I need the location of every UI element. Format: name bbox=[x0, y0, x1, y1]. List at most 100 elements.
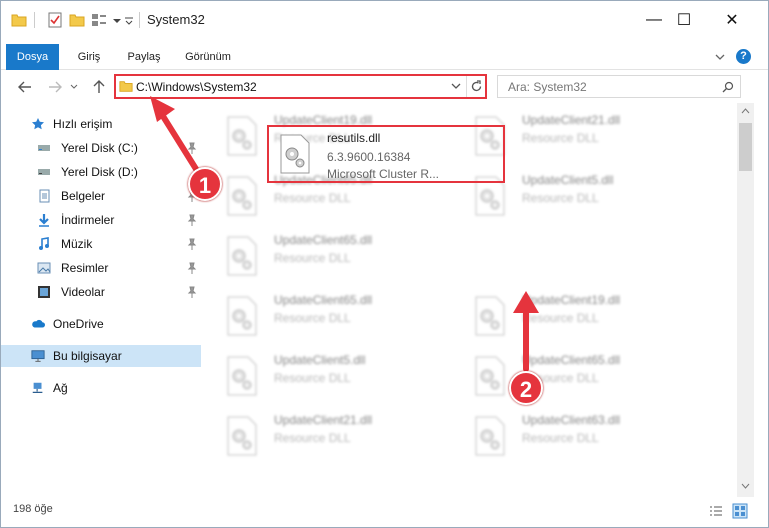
new-folder-icon[interactable] bbox=[69, 12, 85, 28]
file-name: UpdateClient21.dll bbox=[274, 413, 373, 427]
recent-locations-button[interactable] bbox=[67, 77, 81, 97]
address-dropdown-icon[interactable] bbox=[451, 83, 461, 90]
dll-file-icon bbox=[475, 296, 505, 336]
properties-icon[interactable] bbox=[47, 12, 63, 28]
file-item[interactable]: UpdateClient65.dll Resource DLL bbox=[206, 231, 436, 281]
sidebar-item-music[interactable]: Müzik bbox=[1, 233, 201, 255]
nav-label: Bu bilgisayar bbox=[53, 349, 122, 363]
file-name: UpdateClient65.dll bbox=[274, 233, 373, 247]
file-description: Resource DLL bbox=[522, 311, 599, 325]
file-name: UpdateClient65.dll bbox=[274, 293, 373, 307]
file-item[interactable]: UpdateClient63.dll Resource DLL bbox=[454, 411, 684, 461]
computer-icon bbox=[31, 350, 45, 362]
help-button[interactable]: ? bbox=[736, 49, 751, 64]
folder-icon[interactable] bbox=[11, 12, 27, 28]
nav-label: Hızlı erişim bbox=[53, 117, 113, 131]
tab-file[interactable]: Dosya bbox=[6, 44, 59, 70]
file-item[interactable]: UpdateClient65.dll Resource DLL bbox=[206, 291, 436, 341]
nav-label: Yerel Disk (D:) bbox=[61, 165, 138, 179]
arrow-up-icon bbox=[93, 80, 105, 93]
address-row: C:\Windows\System32 Ara: System32 bbox=[1, 71, 768, 103]
nav-quick-access[interactable]: Hızlı erişim bbox=[1, 113, 201, 135]
refresh-icon[interactable] bbox=[470, 80, 483, 93]
file-name: UpdateClient21.dll bbox=[522, 113, 621, 127]
back-button[interactable] bbox=[15, 77, 35, 97]
pin-icon[interactable] bbox=[187, 238, 197, 250]
sidebar-item-local-disk-c[interactable]: Yerel Disk (C:) bbox=[1, 137, 201, 159]
search-input[interactable]: Ara: System32 bbox=[497, 75, 741, 98]
documents-icon bbox=[39, 189, 50, 203]
callout-step-1: 1 bbox=[188, 167, 222, 201]
file-description: Resource DLL bbox=[522, 431, 599, 445]
forward-button[interactable] bbox=[45, 77, 65, 97]
file-name: UpdateClient65.dll bbox=[522, 353, 621, 367]
file-name: UpdateClient5.dll bbox=[522, 173, 614, 187]
details-view-icon[interactable] bbox=[709, 505, 723, 517]
drive-icon bbox=[38, 145, 50, 151]
videos-icon bbox=[38, 286, 50, 298]
nav-label: Belgeler bbox=[61, 189, 106, 203]
sidebar-item-documents[interactable]: Belgeler bbox=[1, 185, 201, 207]
dll-file-icon bbox=[227, 356, 257, 396]
tab-share[interactable]: Paylaş bbox=[119, 44, 169, 70]
up-button[interactable] bbox=[89, 77, 109, 97]
arrow-right-icon bbox=[49, 81, 62, 93]
file-description: Resource DLL bbox=[522, 131, 599, 145]
file-description: Microsoft Cluster R... bbox=[327, 167, 440, 181]
file-description: Resource DLL bbox=[274, 371, 351, 385]
customize-toolbar-icon[interactable] bbox=[91, 12, 107, 28]
file-item[interactable]: UpdateClient19.dll Resource DLL bbox=[454, 291, 684, 341]
scroll-down-icon[interactable] bbox=[741, 483, 750, 489]
pin-icon[interactable] bbox=[187, 262, 197, 274]
pin-icon[interactable] bbox=[187, 142, 197, 154]
file-item[interactable]: UpdateClient21.dll Resource DLL bbox=[206, 411, 436, 461]
file-item[interactable]: UpdateClient65.dll Resource DLL bbox=[454, 351, 684, 401]
vertical-scrollbar[interactable] bbox=[737, 103, 754, 497]
scroll-up-icon[interactable] bbox=[741, 108, 750, 114]
nav-label: Yerel Disk (C:) bbox=[61, 141, 138, 155]
sidebar-item-network[interactable]: Ağ bbox=[1, 377, 201, 399]
maximize-button[interactable]: ☐ bbox=[661, 1, 707, 39]
selected-file-item[interactable]: resutils.dll 6.3.9600.16384 Microsoft Cl… bbox=[259, 129, 489, 181]
cloud-icon bbox=[32, 319, 45, 328]
file-description: Resource DLL bbox=[522, 191, 599, 205]
pin-icon[interactable] bbox=[187, 214, 197, 226]
pin-icon[interactable] bbox=[187, 286, 197, 298]
dropdown-arrow-icon[interactable] bbox=[121, 12, 137, 28]
file-description: Resource DLL bbox=[274, 431, 351, 445]
sidebar-item-onedrive[interactable]: OneDrive bbox=[1, 313, 201, 335]
sidebar-item-videos[interactable]: Videolar bbox=[1, 281, 201, 303]
folder-icon bbox=[119, 81, 133, 92]
pictures-icon bbox=[37, 262, 51, 274]
scrollbar-thumb[interactable] bbox=[739, 123, 752, 171]
expand-ribbon-icon[interactable] bbox=[714, 52, 726, 62]
tab-view[interactable]: Görünüm bbox=[177, 44, 239, 70]
file-name: UpdateClient5.dll bbox=[274, 353, 366, 367]
dll-file-icon bbox=[227, 176, 257, 216]
tiles-view-icon[interactable] bbox=[732, 503, 748, 519]
drive-icon bbox=[38, 169, 50, 175]
search-icon bbox=[722, 81, 734, 93]
music-icon bbox=[39, 237, 49, 250]
tab-home[interactable]: Giriş bbox=[69, 44, 109, 70]
file-item[interactable]: UpdateClient5.dll Resource DLL bbox=[206, 351, 436, 401]
sidebar-item-downloads[interactable]: İndirmeler bbox=[1, 209, 201, 231]
address-bar[interactable]: C:\Windows\System32 bbox=[114, 74, 487, 99]
selected-file-highlight: resutils.dll 6.3.9600.16384 Microsoft Cl… bbox=[267, 125, 505, 183]
explorer-window: System32 — ☐ ✕ Dosya Giriş Paylaş Görünü… bbox=[0, 0, 769, 528]
close-button[interactable]: ✕ bbox=[709, 1, 755, 39]
dll-file-icon bbox=[475, 416, 505, 456]
nav-label: Resimler bbox=[61, 261, 109, 275]
file-name: resutils.dll bbox=[327, 131, 381, 145]
file-name: UpdateClient19.dll bbox=[522, 293, 621, 307]
sidebar-item-local-disk-d[interactable]: Yerel Disk (D:) bbox=[1, 161, 201, 183]
ribbon-tabs: Dosya Giriş Paylaş Görünüm ? bbox=[1, 44, 768, 70]
file-description: Resource DLL bbox=[274, 311, 351, 325]
nav-label: Ağ bbox=[53, 381, 68, 395]
title-bar: System32 — ☐ ✕ bbox=[1, 1, 768, 39]
sidebar-item-pictures[interactable]: Resimler bbox=[1, 257, 201, 279]
dll-file-icon bbox=[227, 416, 257, 456]
sidebar-item-this-pc[interactable]: Bu bilgisayar bbox=[1, 345, 201, 367]
callout-step-2: 2 bbox=[509, 371, 543, 405]
address-path[interactable]: C:\Windows\System32 bbox=[136, 80, 257, 94]
